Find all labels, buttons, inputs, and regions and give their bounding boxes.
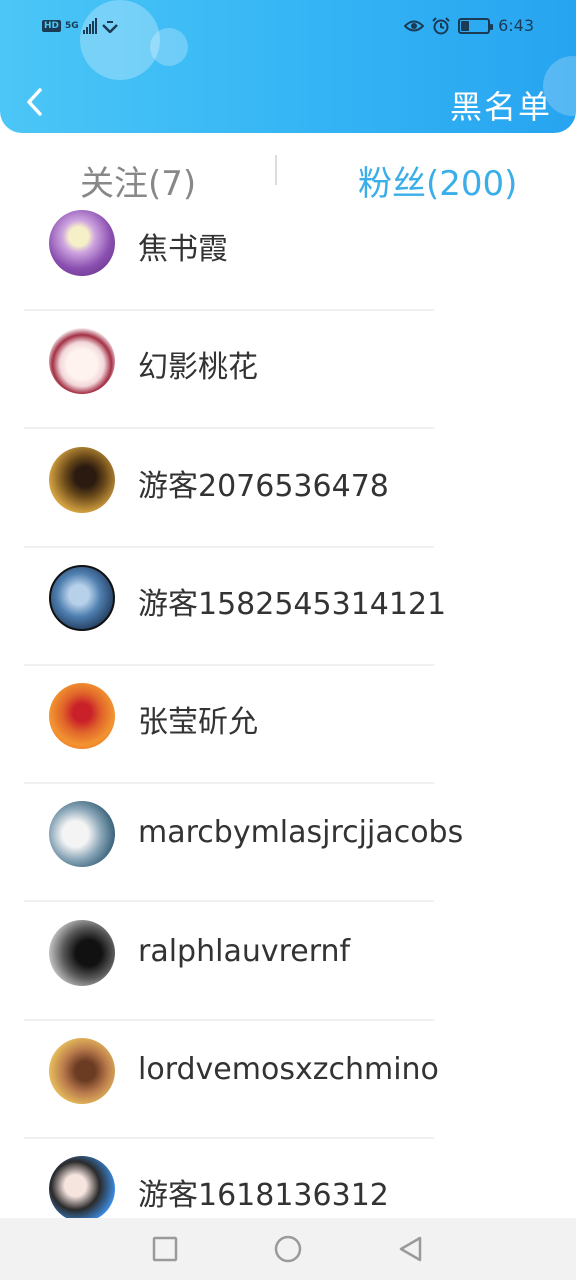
tab-following[interactable]: 关注(7) [80,156,196,205]
tab-fans[interactable]: 粉丝(200) [358,156,517,205]
battery-icon [458,17,494,34]
eye-icon [404,20,425,31]
system-nav-bar [0,1218,576,1280]
user-list: 焦书霞 幻影桃花 游客2076536478 游客1582545314121 张莹… [0,200,576,1218]
avatar [49,1038,115,1105]
home-icon [274,1235,302,1263]
divider [24,900,434,903]
divider [24,1018,434,1021]
user-name: lordvemosxzchmino [138,1052,439,1088]
status-time: 6:43 [498,16,534,35]
avatar [49,210,115,276]
divider [24,663,434,666]
status-bar: HD 5G 6:43 [0,0,576,60]
avatar [49,328,115,395]
user-name: 张莹斫允 [138,705,258,741]
avatar [49,801,115,868]
header-bar: HD 5G 6:43 黑名单 [0,0,576,133]
avatar [49,564,115,631]
list-item[interactable]: 游客1618136312 [0,1146,576,1218]
list-item[interactable]: 游客1582545314121 [0,555,576,673]
network-type-badge: 5G [65,21,79,31]
chevron-left-icon [27,88,42,116]
avatar [49,446,115,513]
tab-divider [275,155,277,185]
user-name: 焦书霞 [138,232,228,267]
user-name: 游客1618136312 [138,1178,389,1214]
list-item[interactable]: 焦书霞 [0,200,576,318]
back-button[interactable] [14,80,54,124]
divider [24,545,434,548]
user-name: 幻影桃花 [138,350,258,386]
divider [24,782,434,785]
user-name: ralphlauvrernf [138,933,351,969]
status-right: 6:43 [404,16,534,35]
recent-apps-button[interactable] [147,1231,183,1267]
avatar [49,683,115,750]
system-back-button[interactable] [392,1231,428,1267]
list-item[interactable]: ralphlauvrernf [0,910,576,1028]
list-item[interactable]: 张莹斫允 [0,673,576,791]
hd-badge: HD [42,20,62,32]
avatar [49,1156,115,1218]
recent-apps-icon [152,1236,178,1262]
user-name: 游客2076536478 [138,468,389,504]
alarm-icon [432,16,450,34]
list-item[interactable]: 幻影桃花 [0,318,576,436]
user-name: marcbymlasjrcjjacobs [138,815,464,851]
divider [24,427,434,430]
back-icon [399,1236,422,1262]
page-title: 黑名单 [449,88,552,126]
list-item[interactable]: lordvemosxzchmino [0,1028,576,1146]
user-name: 游客1582545314121 [138,586,447,622]
divider [24,1137,434,1140]
avatar [49,919,115,986]
wifi-icon [101,21,118,33]
home-button[interactable] [270,1231,306,1267]
list-item[interactable]: 游客2076536478 [0,437,576,555]
signal-icon [82,18,97,34]
list-item[interactable]: marcbymlasjrcjjacobs [0,791,576,909]
network-indicators: HD 5G [42,18,119,34]
divider [24,309,434,311]
